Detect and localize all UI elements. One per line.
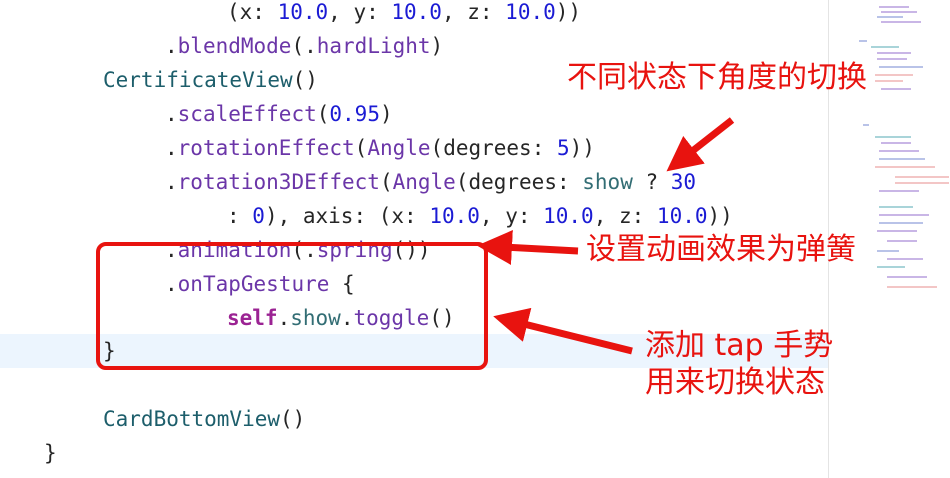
code-token: 10.0 — [505, 0, 556, 24]
code-token: (degrees: — [430, 136, 557, 160]
tap-gesture-highlight-box — [96, 242, 488, 370]
code-token: 10.0 — [277, 0, 329, 24]
code-token: , y: — [479, 204, 544, 228]
code-token: blendMode — [177, 34, 292, 58]
annotation-angle-toggle: 不同状态下角度的切换 — [567, 60, 867, 95]
code-line[interactable]: (x: 10.0, y: 10.0, z: 10.0)) — [227, 0, 581, 29]
code-token: Angle — [392, 170, 456, 194]
code-token: ) — [430, 34, 444, 58]
code-token: : — [227, 204, 253, 228]
code-token: CardBottomView — [103, 407, 281, 431]
code-token: . — [165, 136, 178, 160]
code-token: } — [44, 441, 57, 465]
code-token: . — [165, 170, 178, 194]
code-token: 10.0 — [429, 204, 480, 228]
code-token: , y: — [328, 0, 392, 24]
code-token: ( — [379, 170, 393, 194]
code-token: Angle — [367, 136, 431, 160]
code-token: rotationEffect — [177, 136, 355, 160]
code-token: )) — [555, 0, 582, 24]
code-token: . — [165, 34, 178, 58]
code-line[interactable]: .rotationEffect(Angle(degrees: 5)) — [165, 131, 595, 165]
code-line[interactable]: : 0), axis: (x: 10.0, y: 10.0, z: 10.0)) — [227, 199, 733, 233]
code-token: 30 — [670, 170, 697, 194]
code-line[interactable]: .scaleEffect(0.95) — [165, 97, 393, 131]
code-token: ( — [354, 136, 368, 160]
code-line[interactable]: } — [44, 436, 57, 470]
code-token: , z: — [593, 204, 657, 228]
code-token: (. — [291, 34, 317, 58]
code-token: ? — [632, 170, 671, 194]
code-token: , z: — [441, 0, 506, 24]
code-token: CertificateView — [103, 68, 293, 92]
code-line[interactable]: CardBottomView() — [103, 402, 305, 436]
code-token: . — [165, 102, 178, 126]
code-token: hardLight — [316, 34, 431, 58]
code-token: ( — [316, 102, 330, 126]
code-token: 0.95 — [329, 102, 380, 126]
code-line[interactable]: .blendMode(.hardLight) — [165, 29, 443, 63]
code-token: () — [292, 68, 318, 92]
code-token: 10.0 — [543, 204, 594, 228]
code-token: show — [582, 170, 633, 194]
annotation-tap-gesture-line2: 用来切换状态 — [645, 365, 825, 400]
code-token: 5 — [556, 136, 570, 160]
annotation-tap-gesture-line1: 添加 tap 手势 — [645, 328, 834, 363]
code-line[interactable]: .rotation3DEffect(Angle(degrees: show ? … — [165, 165, 696, 199]
code-token: (x: — [227, 0, 278, 24]
code-token: ), axis: (x: — [264, 204, 430, 228]
annotation-spring-animation: 设置动画效果为弹簧 — [586, 232, 856, 267]
code-token: (degrees: — [455, 170, 583, 194]
code-token: 10.0 — [391, 0, 442, 24]
code-line[interactable]: CertificateView() — [103, 63, 318, 97]
code-token: ) — [379, 102, 393, 126]
code-token: rotation3DEffect — [177, 170, 380, 194]
code-token: 0 — [252, 204, 265, 228]
code-token: () — [280, 407, 306, 431]
code-token: 10.0 — [656, 204, 708, 228]
code-token: )) — [707, 204, 733, 228]
code-token: scaleEffect — [177, 102, 317, 126]
code-token: )) — [569, 136, 595, 160]
